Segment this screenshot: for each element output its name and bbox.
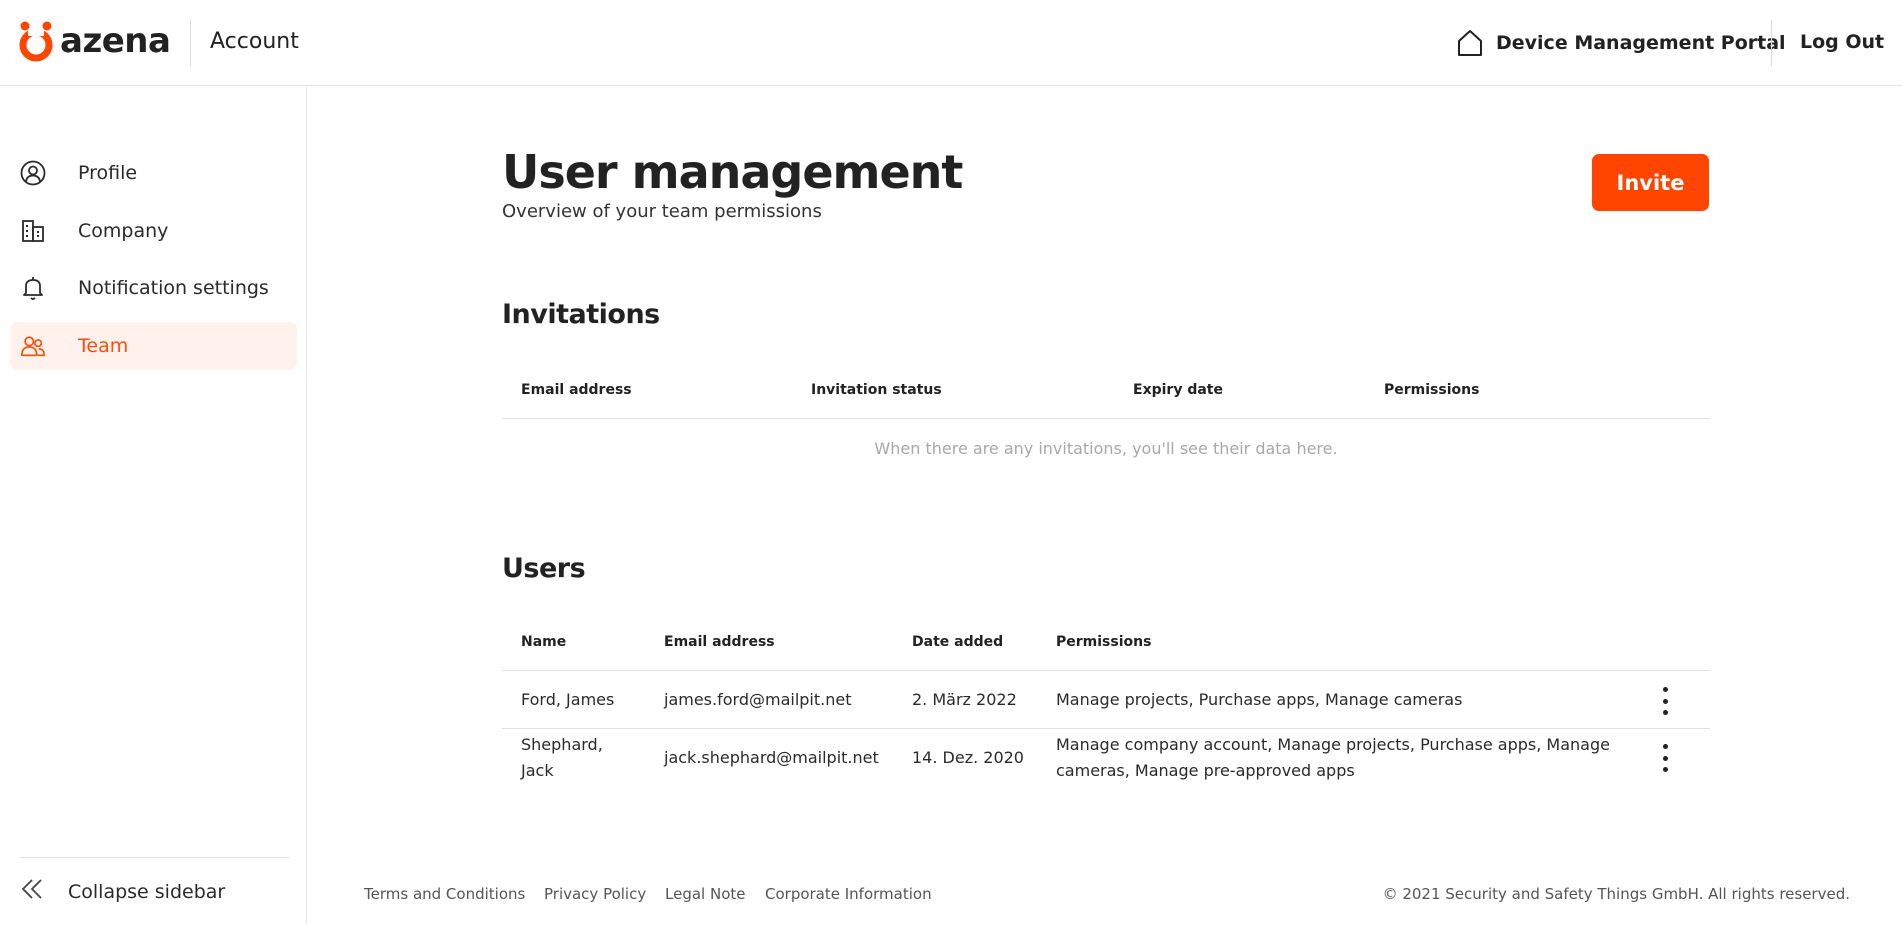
users-header-divider [502, 670, 1710, 671]
device-management-portal-link[interactable]: Device Management Portal [1456, 28, 1786, 58]
sidebar-item-profile[interactable]: Profile [10, 149, 297, 197]
footer-link-legal[interactable]: Legal Note [665, 885, 745, 903]
invite-button[interactable]: Invite [1592, 154, 1709, 211]
user-date-added: 2. März 2022 [912, 690, 1017, 709]
azena-logo-icon [19, 21, 53, 62]
building-icon [20, 218, 46, 244]
sidebar: Profile Company Notification settings Te… [0, 87, 307, 925]
user-permissions: Manage projects, Purchase apps, Manage c… [1056, 690, 1463, 709]
footer-link-corporate[interactable]: Corporate Information [765, 885, 932, 903]
sidebar-item-label: Notification settings [78, 277, 269, 299]
logo-text: azena [60, 21, 171, 61]
header-divider-right [1771, 20, 1772, 66]
bell-icon [20, 275, 46, 301]
copyright-text: © 2021 Security and Safety Things GmbH. … [1382, 885, 1850, 903]
users-title: Users [502, 553, 586, 584]
home-icon [1458, 30, 1482, 56]
footer-link-privacy[interactable]: Privacy Policy [544, 885, 646, 903]
user-name: Shephard, Jack [521, 735, 603, 780]
sidebar-item-label: Company [78, 220, 169, 242]
invitations-col-status: Invitation status [811, 382, 942, 398]
team-icon [20, 333, 46, 359]
row-actions-kebab-icon[interactable] [1655, 741, 1675, 775]
sidebar-item-label: Team [78, 335, 129, 357]
footer-link-terms[interactable]: Terms and Conditions [364, 885, 525, 903]
sidebar-item-company[interactable]: Company [10, 207, 297, 255]
invitations-title: Invitations [502, 299, 660, 330]
page-subtitle: Overview of your team permissions [502, 201, 822, 222]
user-email: james.ford@mailpit.net [664, 690, 852, 709]
users-col-name: Name [521, 634, 567, 650]
invitations-col-email: Email address [521, 382, 632, 398]
sidebar-item-label: Profile [78, 162, 138, 184]
user-date-added: 14. Dez. 2020 [912, 748, 1024, 767]
users-col-date: Date added [912, 634, 1004, 650]
collapse-sidebar-button[interactable]: Collapse sidebar [20, 877, 225, 906]
double-chevron-left-icon [20, 877, 44, 906]
row-actions-kebab-icon[interactable] [1655, 684, 1675, 718]
top-bar: azena Account Device Management Portal L… [0, 0, 1902, 86]
user-permissions: Manage company account, Manage projects,… [1056, 735, 1610, 780]
invitations-header-divider [502, 418, 1710, 419]
user-circle-icon [20, 160, 46, 186]
row-divider [502, 728, 1710, 729]
invitations-col-expiry: Expiry date [1133, 382, 1223, 398]
logout-button[interactable]: Log Out [1800, 31, 1884, 53]
sidebar-divider [19, 857, 289, 858]
collapse-sidebar-label: Collapse sidebar [68, 880, 226, 903]
sidebar-item-notification-settings[interactable]: Notification settings [10, 264, 297, 312]
portal-link-label: Device Management Portal [1496, 32, 1786, 54]
page-title: User management [502, 145, 963, 199]
user-email: jack.shephard@mailpit.net [664, 748, 879, 767]
sidebar-item-team[interactable]: Team [10, 322, 297, 370]
users-col-email: Email address [664, 634, 775, 650]
invitations-col-permissions: Permissions [1384, 382, 1480, 398]
section-title: Account [210, 29, 299, 54]
azena-logo[interactable]: azena [18, 20, 171, 62]
header-divider [190, 20, 191, 66]
invitations-empty-message: When there are any invitations, you'll s… [874, 439, 1338, 458]
user-name: Ford, James [521, 690, 615, 709]
users-col-permissions: Permissions [1056, 634, 1152, 650]
